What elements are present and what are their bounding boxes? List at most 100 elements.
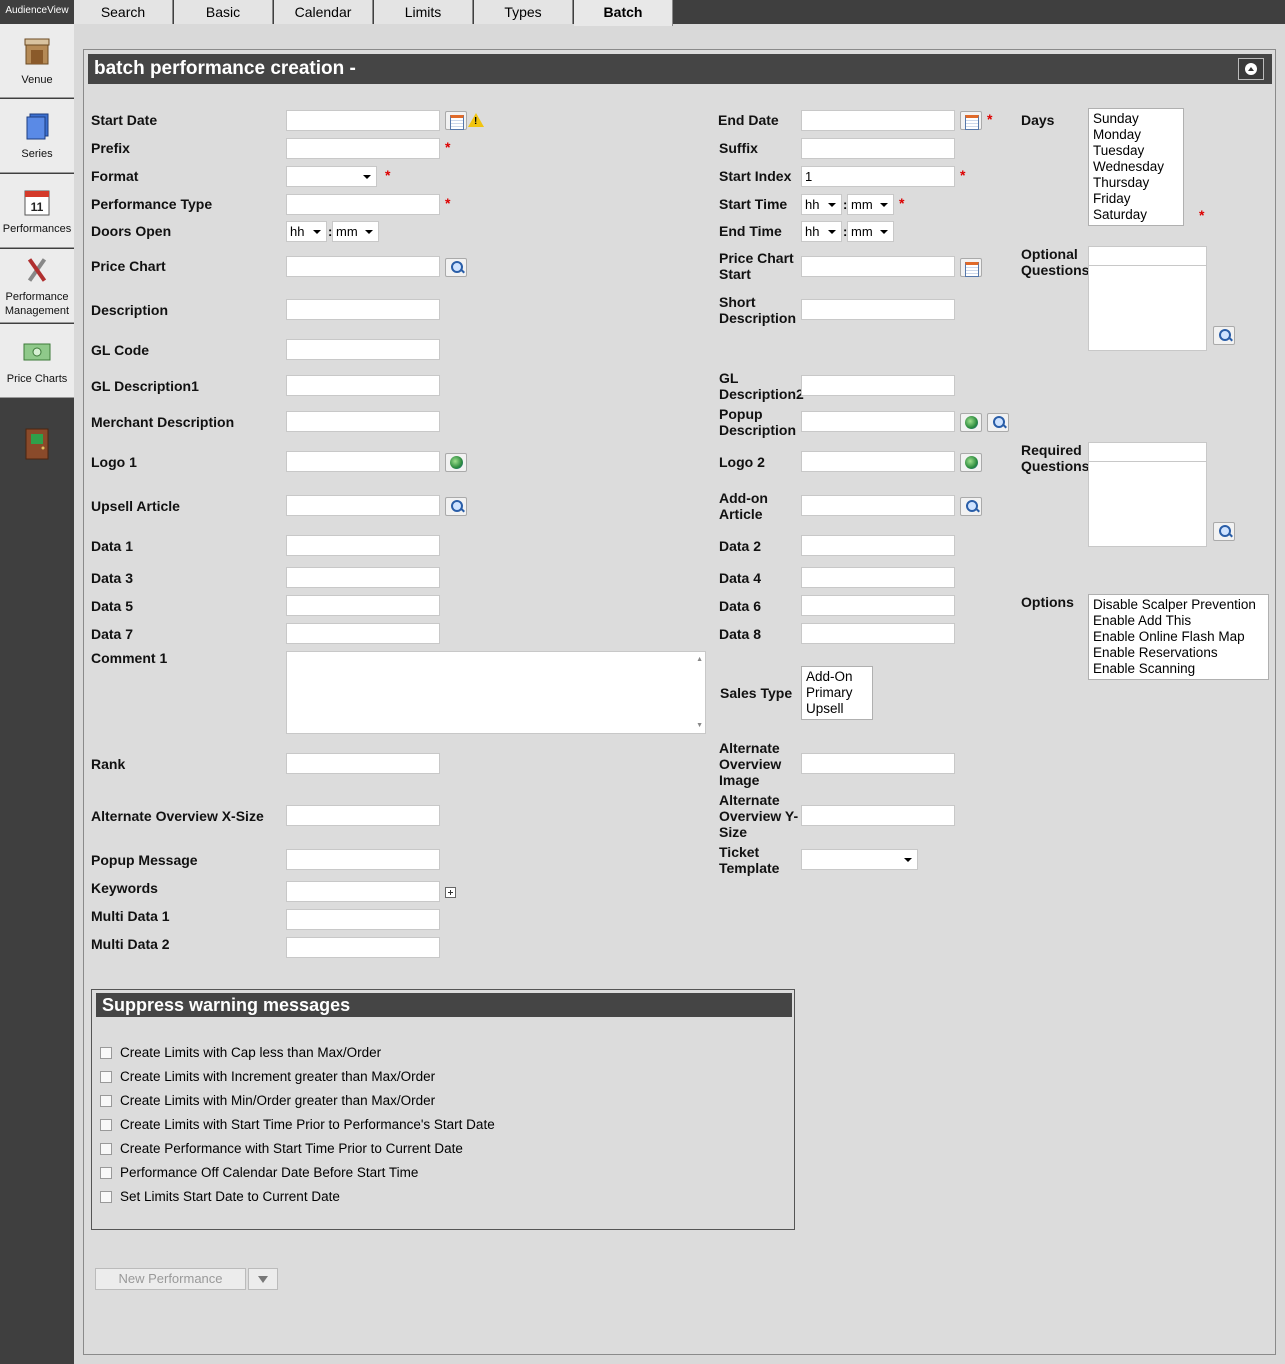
list-item[interactable]: Enable Online Flash Map (1093, 629, 1264, 645)
doors-open-mm-select[interactable]: mm (332, 221, 379, 242)
list-item[interactable]: Sunday (1093, 111, 1179, 127)
sidebar-item-price-charts[interactable]: Price Charts (0, 324, 74, 398)
collapse-button[interactable] (1238, 58, 1264, 80)
list-item[interactable]: Add-On (806, 669, 868, 685)
list-item[interactable]: Wednesday (1093, 159, 1179, 175)
price-chart-input[interactable] (286, 256, 440, 277)
sidebar-item-series[interactable]: Series (0, 99, 74, 173)
sidebar-item-venue[interactable]: Venue (0, 24, 74, 98)
new-performance-dropdown-button[interactable] (248, 1268, 278, 1290)
sales-type-listbox[interactable]: Add-On Primary Upsell (801, 666, 873, 720)
data5-input[interactable] (286, 595, 440, 616)
options-listbox[interactable]: Disable Scalper Prevention Enable Add Th… (1088, 594, 1269, 680)
search-icon[interactable] (960, 497, 982, 516)
calendar-picker-icon[interactable] (960, 258, 982, 277)
calendar-picker-icon[interactable] (445, 111, 467, 130)
list-item[interactable]: Tuesday (1093, 143, 1179, 159)
doors-open-hh-select[interactable]: hh (286, 221, 327, 242)
checkbox[interactable] (100, 1119, 112, 1131)
popup-description-input[interactable] (801, 411, 955, 432)
logo1-input[interactable] (286, 451, 440, 472)
alt-x-size-input[interactable] (286, 805, 440, 826)
alt-image-input[interactable] (801, 753, 955, 774)
data7-input[interactable] (286, 623, 440, 644)
upsell-article-input[interactable] (286, 495, 440, 516)
list-item[interactable]: Upsell (806, 701, 868, 717)
list-item[interactable]: Monday (1093, 127, 1179, 143)
checkbox[interactable] (100, 1143, 112, 1155)
checkbox[interactable] (100, 1167, 112, 1179)
scroll-up-icon[interactable]: ▲ (696, 656, 703, 663)
tab-basic[interactable]: Basic (174, 0, 273, 24)
list-item[interactable]: Disable Scalper Prevention (1093, 597, 1264, 613)
expand-plus-icon[interactable] (445, 887, 456, 898)
checkbox[interactable] (100, 1191, 112, 1203)
tab-types[interactable]: Types (474, 0, 573, 24)
start-index-input[interactable]: 1 (801, 166, 955, 187)
keywords-input[interactable] (286, 881, 440, 902)
list-item[interactable]: Enable Scanning (1093, 661, 1264, 677)
suffix-input[interactable] (801, 138, 955, 159)
popup-message-input[interactable] (286, 849, 440, 870)
start-time-hh-select[interactable]: hh (801, 194, 842, 215)
list-item[interactable]: Thursday (1093, 175, 1179, 191)
optional-questions-list[interactable] (1088, 265, 1207, 351)
multi-data2-input[interactable] (286, 937, 440, 958)
gl-description2-input[interactable] (801, 375, 955, 396)
sidebar-item-performances[interactable]: 11 Performances (0, 174, 74, 248)
sidebar-item-performance-management[interactable]: Performance Management (0, 249, 74, 323)
checkbox[interactable] (100, 1095, 112, 1107)
search-icon[interactable] (445, 497, 467, 516)
search-icon[interactable] (1213, 326, 1235, 345)
alt-y-size-input[interactable] (801, 805, 955, 826)
required-questions-list[interactable] (1088, 461, 1207, 547)
rank-input[interactable] (286, 753, 440, 774)
gl-description1-input[interactable] (286, 375, 440, 396)
data6-input[interactable] (801, 595, 955, 616)
end-time-hh-select[interactable]: hh (801, 221, 842, 242)
list-item[interactable]: Primary (806, 685, 868, 701)
checkbox[interactable] (100, 1047, 112, 1059)
search-icon[interactable] (1213, 522, 1235, 541)
data2-input[interactable] (801, 535, 955, 556)
calendar-picker-icon[interactable] (960, 111, 982, 130)
tab-calendar[interactable]: Calendar (274, 0, 373, 24)
globe-icon[interactable] (960, 453, 982, 472)
short-description-input[interactable] (801, 299, 955, 320)
start-time-mm-select[interactable]: mm (847, 194, 894, 215)
data4-input[interactable] (801, 567, 955, 588)
end-time-mm-select[interactable]: mm (847, 221, 894, 242)
search-icon[interactable] (987, 413, 1009, 432)
required-questions-input[interactable] (1088, 442, 1207, 462)
search-icon[interactable] (445, 258, 467, 277)
scroll-down-icon[interactable]: ▼ (696, 722, 703, 729)
list-item[interactable]: Saturday (1093, 207, 1179, 223)
description-input[interactable] (286, 299, 440, 320)
performance-type-input[interactable] (286, 194, 440, 215)
prefix-input[interactable] (286, 138, 440, 159)
start-date-input[interactable] (286, 110, 440, 131)
days-listbox[interactable]: Sunday Monday Tuesday Wednesday Thursday… (1088, 108, 1184, 226)
checkbox[interactable] (100, 1071, 112, 1083)
end-date-input[interactable] (801, 110, 955, 131)
logo2-input[interactable] (801, 451, 955, 472)
format-select[interactable] (286, 166, 377, 187)
list-item[interactable]: Enable Add This (1093, 613, 1264, 629)
list-item[interactable]: Enable Reservations (1093, 645, 1264, 661)
new-performance-button[interactable]: New Performance (95, 1268, 246, 1290)
gl-code-input[interactable] (286, 339, 440, 360)
tab-search[interactable]: Search (74, 0, 173, 24)
exit-door-icon[interactable] (25, 428, 49, 460)
ticket-template-select[interactable] (801, 849, 918, 870)
data8-input[interactable] (801, 623, 955, 644)
merchant-description-input[interactable] (286, 411, 440, 432)
globe-icon[interactable] (445, 453, 467, 472)
list-item[interactable]: Friday (1093, 191, 1179, 207)
price-chart-start-input[interactable] (801, 256, 955, 277)
globe-icon[interactable] (960, 413, 982, 432)
data1-input[interactable] (286, 535, 440, 556)
addon-article-input[interactable] (801, 495, 955, 516)
tab-limits[interactable]: Limits (374, 0, 473, 24)
tab-batch[interactable]: Batch (574, 0, 673, 26)
data3-input[interactable] (286, 567, 440, 588)
